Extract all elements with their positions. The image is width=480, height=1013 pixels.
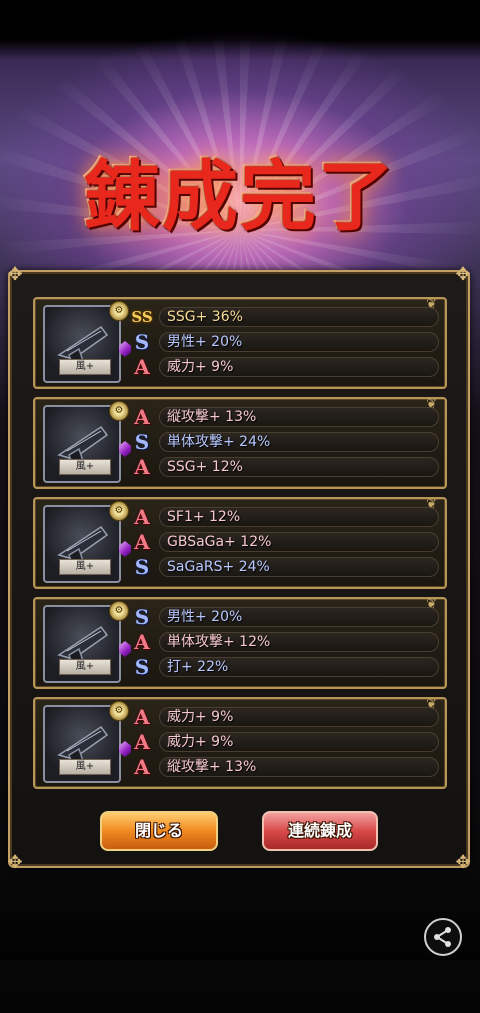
gem-icon [119, 341, 131, 357]
stat-text: 縦攻撃+ 13% [167, 409, 257, 425]
stat-text: 威力+ 9% [167, 709, 234, 725]
stat-text: 単体攻撃+ 12% [167, 634, 271, 650]
stat-text: SSG+ 12% [167, 459, 243, 475]
rank-badge: A [134, 505, 150, 529]
stat-list: A 威力+ 9% A 威力+ 9% A 縦攻撃+ 13% [131, 705, 439, 780]
stat-row: A 縦攻撃+ 13% [131, 755, 439, 780]
continuous-refine-button[interactable]: 連続錬成 [262, 811, 378, 851]
rank-badge: A [134, 705, 150, 729]
result-card: ❦ ⚙ 風+ A SF1+ 12% A GBSaGa+ 12% S SaGaRS+ 24% [33, 497, 447, 589]
refine-result-screen: 錬成完了 ✥ ✥ ✥ ✥ ❦⚙風+SSSSG+ 36%S男性+ 20%A威力+ … [0, 0, 480, 1013]
weapon-thumbnail[interactable]: ⚙ 風+ [43, 301, 131, 383]
stat-list: A 縦攻撃+ 13% S 単体攻撃+ 24% A SSG+ 12% [131, 405, 439, 480]
weapon-thumbnail[interactable]: ⚙ 風+ [43, 401, 131, 483]
stat-text: 威力+ 9% [167, 359, 234, 375]
rank-badge: S [134, 330, 150, 354]
gear-icon: ⚙ [109, 501, 129, 521]
bottom-fade [0, 860, 480, 960]
result-card: ❦ ⚙ 風+ SS SSG+ 36% S 男性+ 20% A 威力+ 9% [33, 297, 447, 389]
rank-badge: A [134, 630, 150, 654]
stat-row: A 威力+ 9% [131, 730, 439, 755]
stat-text: SSG+ 36% [167, 309, 243, 325]
page-title: 錬成完了 [84, 152, 396, 241]
share-icon [434, 927, 451, 947]
stat-row: S 男性+ 20% [131, 330, 439, 355]
share-button[interactable] [424, 918, 462, 956]
gem-icon [119, 441, 131, 457]
stat-list: SS SSG+ 36% S 男性+ 20% A 威力+ 9% [131, 305, 439, 380]
close-button[interactable]: 閉じる [100, 811, 218, 851]
stat-row: S 男性+ 20% [131, 605, 439, 630]
gem-icon [119, 641, 131, 657]
stat-list: S 男性+ 20% A 単体攻撃+ 12% S 打+ 22% [131, 605, 439, 680]
stat-text: 男性+ 20% [167, 609, 243, 625]
weapon-label: 風+ [59, 359, 111, 375]
result-card: ❦ ⚙ 風+ S 男性+ 20% A 単体攻撃+ 12% S 打+ 22% [33, 597, 447, 689]
weapon-thumbnail[interactable]: ⚙ 風+ [43, 701, 131, 783]
stat-row: A SSG+ 12% [131, 455, 439, 480]
weapon-label: 風+ [59, 759, 111, 775]
rank-badge: A [134, 405, 150, 429]
stat-list: A SF1+ 12% A GBSaGa+ 12% S SaGaRS+ 24% [131, 505, 439, 580]
stat-text: SaGaRS+ 24% [167, 559, 270, 575]
gem-icon [119, 741, 131, 757]
rank-badge: A [134, 730, 150, 754]
stat-row: S 単体攻撃+ 24% [131, 430, 439, 455]
stat-row: SS SSG+ 36% [131, 305, 439, 330]
rank-badge: S [134, 430, 150, 454]
rank-badge: S [134, 605, 150, 629]
rank-badge: S [134, 555, 150, 579]
gear-icon: ⚙ [109, 701, 129, 721]
ornament-icon: ✥ [455, 264, 471, 285]
weapon-label: 風+ [59, 459, 111, 475]
stat-row: A 威力+ 9% [131, 355, 439, 380]
stat-text: 威力+ 9% [167, 734, 234, 750]
stat-text: 縦攻撃+ 13% [167, 759, 257, 775]
stat-text: 単体攻撃+ 24% [167, 434, 271, 450]
stat-row: A 単体攻撃+ 12% [131, 630, 439, 655]
weapon-label: 風+ [59, 559, 111, 575]
stat-row: S 打+ 22% [131, 655, 439, 680]
weapon-thumbnail[interactable]: ⚙ 風+ [43, 501, 131, 583]
rank-badge: SS [131, 308, 153, 326]
stat-row: A 縦攻撃+ 13% [131, 405, 439, 430]
gem-icon [119, 541, 131, 557]
gear-icon: ⚙ [109, 601, 129, 621]
rank-badge: A [134, 455, 150, 479]
stat-row: A GBSaGa+ 12% [131, 530, 439, 555]
stat-text: 打+ 22% [167, 659, 229, 675]
result-card: ❦ ⚙ 風+ A 威力+ 9% A 威力+ 9% A 縦攻撃+ 13% [33, 697, 447, 789]
stat-text: GBSaGa+ 12% [167, 534, 272, 550]
rank-badge: A [134, 355, 150, 379]
rank-badge: A [134, 530, 150, 554]
stat-text: SF1+ 12% [167, 509, 241, 525]
weapon-thumbnail[interactable]: ⚙ 風+ [43, 601, 131, 683]
rank-badge: A [134, 755, 150, 779]
gear-icon: ⚙ [109, 401, 129, 421]
rank-badge: S [134, 655, 150, 679]
weapon-label: 風+ [59, 659, 111, 675]
ornament-icon: ✥ [7, 264, 23, 285]
stat-row: A 威力+ 9% [131, 705, 439, 730]
stat-row: A SF1+ 12% [131, 505, 439, 530]
stat-text: 男性+ 20% [167, 334, 243, 350]
gear-icon: ⚙ [109, 301, 129, 321]
stat-row: S SaGaRS+ 24% [131, 555, 439, 580]
result-card: ❦ ⚙ 風+ A 縦攻撃+ 13% S 単体攻撃+ 24% A SSG+ 12% [33, 397, 447, 489]
